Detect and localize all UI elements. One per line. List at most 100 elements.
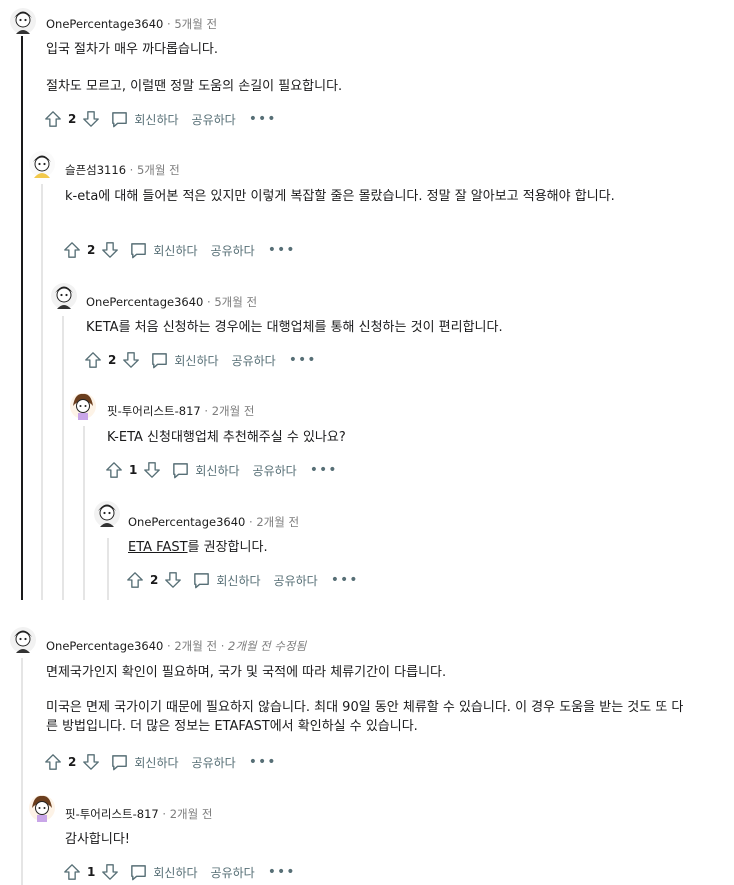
user-avatar[interactable] (50, 282, 78, 310)
comment-paragraph: 입국 절차가 매우 까다롭습니다. (46, 42, 219, 57)
timestamp[interactable]: 5개월 전 (174, 17, 217, 31)
ellipsis-icon: ••• (288, 352, 317, 368)
timestamp[interactable]: 2개월 전 (174, 639, 217, 653)
user-avatar[interactable] (9, 7, 37, 35)
comment: 슬픈섬3116 · 5개월 전 k-eta에 대해 들어본 적은 있지만 이렇게… (0, 150, 734, 275)
comment-actions: 1 회신하다 공유하다 ••• (63, 861, 295, 883)
user-avatar[interactable] (69, 392, 97, 420)
arrow-up-outline-icon (127, 572, 143, 588)
comment-actions: 2 회신하다 공유하다 ••• (63, 239, 295, 261)
more-options-button[interactable]: ••• (249, 754, 277, 770)
vote-count: 2 (68, 755, 77, 769)
upvote-button[interactable] (44, 110, 62, 128)
share-button[interactable]: 공유하다 (274, 572, 318, 589)
share-button[interactable]: 공유하다 (253, 462, 297, 479)
comment-actions: 2 회신하다 공유하다 ••• (126, 569, 358, 591)
eta-fast-link[interactable]: ETA FAST (128, 540, 188, 555)
more-options-button[interactable]: ••• (310, 462, 338, 478)
arrow-up-outline-icon (106, 462, 122, 478)
reply-label: 회신하다 (195, 463, 240, 478)
share-button[interactable]: 공유하다 (192, 754, 236, 771)
downvote-button[interactable] (82, 753, 100, 771)
upvote-button[interactable] (63, 241, 81, 259)
more-options-button[interactable]: ••• (249, 111, 277, 127)
vote-count: 1 (129, 463, 138, 477)
username[interactable]: 핏-투어리스트-817 (65, 807, 159, 821)
comment: 핏-투어리스트-817 · 2개월 전 K-ETA 신청대행업체 추천해주실 수… (0, 390, 734, 490)
edited-label: 2개월 전 수정됨 (228, 639, 307, 653)
meta-separator: · (167, 639, 171, 653)
comment-paragraph: ETA FAST를 권장합니다. (128, 538, 708, 557)
arrow-up-outline-icon (85, 352, 101, 368)
speech-bubble-icon (131, 864, 147, 880)
user-avatar[interactable] (9, 626, 37, 654)
meta-separator: · (204, 404, 209, 418)
reply-button[interactable]: 회신하다 (129, 241, 198, 260)
vote-count: 2 (87, 243, 96, 257)
speech-bubble-icon (173, 462, 189, 478)
username[interactable]: 슬픈섬3116 (65, 163, 126, 177)
more-options-button[interactable]: ••• (268, 242, 296, 258)
user-avatar[interactable] (28, 150, 56, 178)
arrow-down-outline-icon (102, 242, 119, 258)
reply-label: 회신하다 (134, 112, 179, 127)
username[interactable]: OnePercentage3640 (46, 639, 163, 653)
more-options-button[interactable]: ••• (268, 864, 296, 880)
reply-button[interactable]: 회신하다 (129, 863, 198, 882)
comment-paragraph: KETA를 처음 신청하는 경우에는 대행업체를 통해 신청하는 것이 편리합니… (86, 320, 503, 335)
upvote-button[interactable] (44, 753, 62, 771)
share-label: 공유하다 (231, 353, 276, 368)
username[interactable]: OnePercentage3640 (46, 17, 163, 31)
share-button[interactable]: 공유하다 (211, 864, 255, 881)
more-options-button[interactable]: ••• (289, 352, 317, 368)
username[interactable]: OnePercentage3640 (86, 295, 203, 309)
downvote-button[interactable] (82, 110, 100, 128)
comment: OnePercentage3640 · 5개월 전 입국 절차가 매우 까다롭습… (0, 0, 734, 140)
downvote-button[interactable] (164, 571, 182, 589)
comment-actions: 2 회신하다 공유하다 ••• (44, 751, 276, 773)
username[interactable]: OnePercentage3640 (128, 515, 245, 529)
meta-separator: · (167, 17, 171, 31)
comment-meta: 핏-투어리스트-817 · 2개월 전 (107, 403, 254, 419)
meta-separator: · (162, 807, 167, 821)
reply-button[interactable]: 회신하다 (192, 571, 261, 590)
username[interactable]: 핏-투어리스트-817 (107, 404, 201, 418)
share-button[interactable]: 공유하다 (192, 111, 236, 128)
user-avatar[interactable] (28, 794, 56, 822)
reply-button[interactable]: 회신하다 (150, 351, 219, 370)
timestamp[interactable]: 5개월 전 (137, 163, 180, 177)
downvote-button[interactable] (101, 241, 119, 259)
timestamp[interactable]: 5개월 전 (214, 295, 257, 309)
more-options-button[interactable]: ••• (331, 572, 359, 588)
timestamp[interactable]: 2개월 전 (256, 515, 299, 529)
share-button[interactable]: 공유하다 (211, 242, 255, 259)
comment: OnePercentage3640 · 5개월 전 KETA를 처음 신청하는 … (0, 282, 734, 382)
downvote-button[interactable] (122, 351, 140, 369)
speech-bubble-icon (112, 754, 128, 770)
arrow-down-outline-icon (102, 864, 119, 880)
upvote-button[interactable] (126, 571, 144, 589)
comment: OnePercentage3640 · 2개월 전 ETA FAST를 권장합니… (0, 500, 734, 600)
vote-count: 2 (108, 353, 117, 367)
reply-label: 회신하다 (153, 243, 198, 258)
downvote-button[interactable] (143, 461, 161, 479)
downvote-button[interactable] (101, 863, 119, 881)
share-label: 공유하다 (210, 865, 255, 880)
comment-meta: 핏-투어리스트-817 · 2개월 전 (65, 806, 212, 822)
user-avatar[interactable] (93, 500, 121, 528)
reply-button[interactable]: 회신하다 (171, 461, 240, 480)
comment: OnePercentage3640 · 2개월 전 · 2개월 전 수정됨 면제… (0, 622, 734, 782)
comment: 핏-투어리스트-817 · 2개월 전 감사합니다! 1 회신하다 공유하다 •… (0, 794, 734, 885)
ellipsis-icon: ••• (267, 864, 296, 880)
comment-paragraph: 절차도 모르고, 이럴땐 정말 도움의 손길이 필요합니다. (46, 79, 343, 94)
reply-button[interactable]: 회신하다 (110, 110, 179, 129)
upvote-button[interactable] (84, 351, 102, 369)
timestamp[interactable]: 2개월 전 (170, 807, 213, 821)
share-button[interactable]: 공유하다 (232, 352, 276, 369)
meta-separator: · (207, 295, 211, 309)
upvote-button[interactable] (105, 461, 123, 479)
ellipsis-icon: ••• (309, 462, 338, 478)
upvote-button[interactable] (63, 863, 81, 881)
reply-button[interactable]: 회신하다 (110, 753, 179, 772)
timestamp[interactable]: 2개월 전 (212, 404, 255, 418)
